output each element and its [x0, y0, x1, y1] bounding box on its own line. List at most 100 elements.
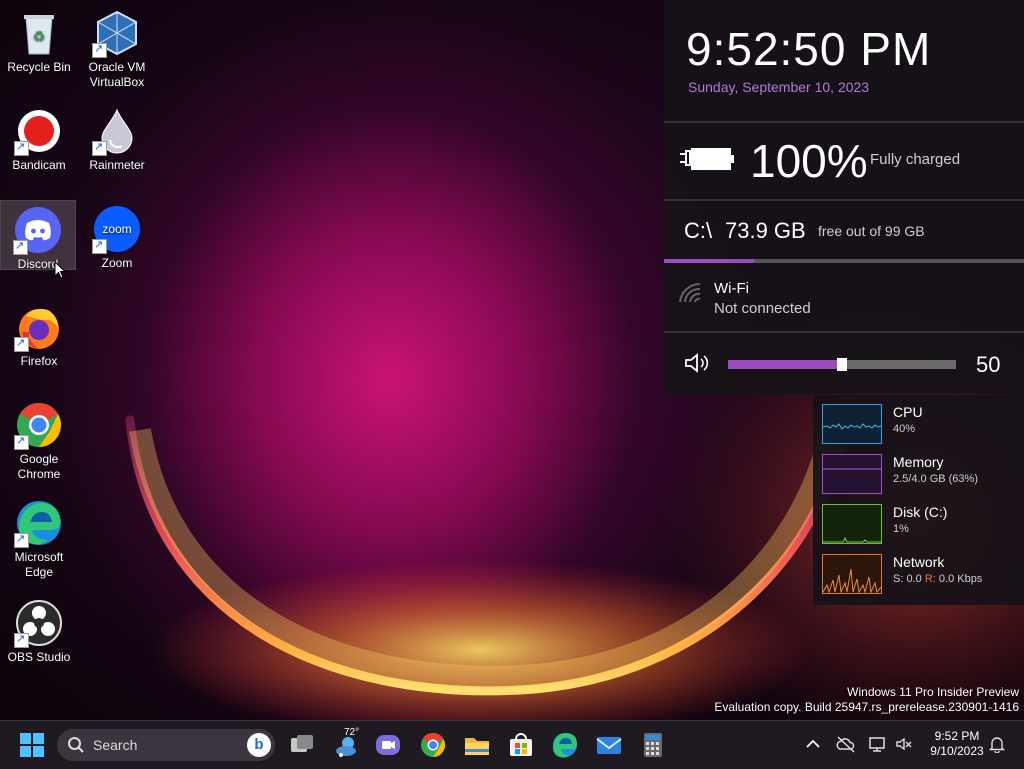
microsoft-store-button[interactable] [505, 729, 537, 761]
shortcut-arrow-icon [14, 434, 29, 450]
taskbar-edge-button[interactable] [549, 729, 581, 761]
desktop-icon-label: Recycle Bin [7, 60, 71, 74]
taskbar-time: 9:52 PM [934, 729, 980, 743]
shortcut-arrow-icon [14, 532, 29, 548]
desktop-icon-label: Google Chrome [17, 452, 61, 481]
battery-percentage: 100% [750, 135, 868, 187]
taskbar: Search b 72° 9:52 PM 9/10/2023 [0, 720, 1024, 769]
mail-icon [596, 737, 622, 754]
start-button[interactable] [16, 729, 48, 761]
task-view-icon [291, 735, 313, 752]
desktop-icon-discord[interactable]: Discord [0, 200, 76, 271]
speaker-icon[interactable] [684, 352, 712, 379]
rainmeter-panel: 9:52:50 PM Sunday, September 10, 2023 10… [664, 0, 1024, 394]
desktop-icon-obs-studio[interactable]: OBS Studio [2, 594, 76, 665]
battery-status: Fully charged [870, 151, 961, 168]
battery-plug-icon [678, 144, 736, 181]
shortcut-arrow-icon [13, 239, 28, 255]
zoom-logo-text: zoom [102, 222, 131, 236]
taskbar-chrome-button[interactable] [417, 729, 449, 761]
chrome-icon [14, 400, 64, 450]
windows-watermark: Windows 11 Pro Insider Preview Evaluatio… [714, 685, 1019, 715]
taskbar-date: 9/10/2023 [930, 744, 984, 758]
rainmeter-icon [92, 106, 142, 156]
disk-monitor-value: 1% [893, 523, 909, 535]
shortcut-arrow-icon [92, 42, 107, 58]
edge-icon [553, 733, 577, 758]
memory-label: Memory [893, 454, 944, 470]
memory-value: 2.5/4.0 GB (63%) [893, 473, 978, 485]
clock-date: Sunday, September 10, 2023 [688, 79, 870, 95]
desktop-icon-bandicam[interactable]: Bandicam [2, 102, 76, 173]
memory-monitor: Memory 2.5/4.0 GB (63%) [813, 445, 1024, 495]
system-monitor-panel: CPU 40% Memory 2.5/4.0 GB (63%) Disk (C:… [813, 395, 1024, 605]
volume-slider-fill [728, 360, 842, 369]
clock-time: 9:52:50 PM [686, 23, 932, 75]
shortcut-arrow-icon [14, 336, 29, 352]
watermark-edition: Windows 11 Pro Insider Preview [847, 685, 1019, 699]
teams-chat-icon [376, 735, 400, 755]
taskbar-search-box[interactable]: Search b [57, 729, 275, 761]
desktop-icon-label: Bandicam [12, 158, 66, 172]
wifi-name: Wi-Fi [714, 280, 749, 297]
file-explorer-button[interactable] [461, 729, 493, 761]
desktop-icon-label: OBS Studio [7, 650, 71, 664]
desktop-icon-google-chrome[interactable]: Google Chrome [2, 396, 76, 482]
desktop-icon-zoom[interactable]: zoom Zoom [80, 200, 154, 271]
shortcut-arrow-icon [92, 238, 107, 254]
volume-muted-icon[interactable] [895, 735, 913, 753]
disk-total-label: free out of 99 GB [818, 223, 925, 239]
desktop-icon-microsoft-edge[interactable]: Microsoft Edge [2, 494, 76, 580]
desktop-icon-virtualbox[interactable]: Oracle VM VirtualBox [80, 4, 154, 90]
memory-graph [822, 454, 882, 494]
calculator-button[interactable] [637, 729, 669, 761]
weather-temperature: 72° [344, 727, 360, 738]
network-graph [822, 554, 882, 594]
cpu-monitor: CPU 40% [813, 395, 1024, 445]
start-icon [20, 733, 44, 757]
chevron-up-icon[interactable] [804, 735, 822, 753]
volume-slider[interactable] [728, 358, 956, 371]
desktop-icon-rainmeter[interactable]: Rainmeter [80, 102, 154, 173]
search-icon [68, 737, 84, 753]
mail-button[interactable] [593, 729, 625, 761]
network-send-value: 0.0 [906, 573, 922, 585]
bing-icon[interactable]: b [247, 733, 271, 757]
network-recv-value: 0.0 Kbps [938, 573, 983, 585]
svg-text:♻: ♻ [33, 28, 46, 44]
disk-monitor-label: Disk (C:) [893, 504, 948, 520]
onedrive-icon[interactable] [836, 735, 856, 753]
shortcut-arrow-icon [92, 140, 107, 156]
virtualbox-icon [92, 8, 142, 58]
disk-monitor: Disk (C:) 1% [813, 495, 1024, 545]
teams-chat-button[interactable] [372, 729, 404, 761]
cpu-value: 40% [893, 423, 916, 435]
zoom-icon: zoom [92, 204, 142, 254]
obs-studio-icon [14, 598, 64, 648]
weather-widget-button[interactable]: 72° [332, 727, 364, 761]
task-view-button[interactable] [286, 729, 318, 761]
network-disconnected-icon[interactable] [868, 735, 886, 753]
cpu-graph [822, 404, 882, 444]
volume-slider-thumb[interactable] [837, 358, 847, 371]
volume-value: 50 [976, 352, 1001, 377]
edge-icon [14, 498, 64, 548]
file-explorer-icon [465, 738, 489, 755]
wifi-status: Not connected [714, 300, 811, 317]
search-label: Search [93, 737, 138, 753]
disk-drive-label: C:\ [684, 218, 713, 243]
desktop-icon-firefox[interactable]: Firefox [2, 298, 76, 369]
desktop-icon-recycle-bin[interactable]: ♻ Recycle Bin [2, 4, 76, 75]
wifi-icon [678, 282, 702, 309]
calculator-icon [644, 733, 662, 757]
firefox-icon [14, 302, 64, 352]
wifi-widget [664, 263, 1024, 331]
cpu-label: CPU [893, 404, 923, 420]
desktop-icon-label: Rainmeter [89, 158, 145, 172]
network-recv-label: R: [924, 573, 936, 585]
taskbar-clock[interactable]: 9:52 PM 9/10/2023 [928, 729, 986, 759]
chrome-icon [421, 733, 446, 757]
notification-bell-icon[interactable] [988, 735, 1006, 753]
discord-icon [13, 205, 63, 255]
recycle-bin-icon: ♻ [14, 8, 64, 58]
